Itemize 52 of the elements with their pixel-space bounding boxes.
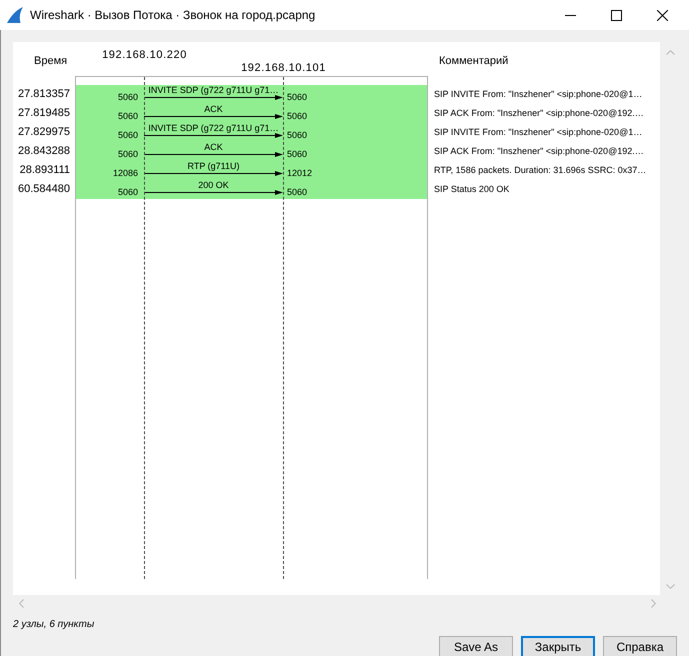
dialog-button[interactable]: Save As bbox=[439, 636, 513, 656]
comment-text: SIP INVITE From: "Inszhener" <sip:phone-020@1… bbox=[433, 126, 642, 139]
message-label: INVITE SDP (g722 g711U g71… bbox=[148, 85, 279, 95]
port-number: 5060 bbox=[286, 129, 308, 142]
message-label: 200 OK bbox=[198, 180, 229, 190]
comment-text: SIP ACK From: "Inszhener" <sip:phone-020@192.… bbox=[433, 145, 644, 158]
dialog-button[interactable]: Справка bbox=[603, 636, 677, 656]
port-number: 5060 bbox=[286, 186, 308, 199]
scroll-left-icon[interactable] bbox=[19, 598, 24, 608]
close-icon[interactable] bbox=[656, 10, 668, 20]
port-number: 5060 bbox=[286, 110, 308, 123]
comment-column-header: Комментарий bbox=[438, 54, 508, 68]
port-number: 5060 bbox=[116, 148, 139, 161]
port-number: 12086 bbox=[112, 167, 139, 180]
timestamp: 27.813357 bbox=[17, 87, 71, 102]
message-row[interactable]: 5060 200 OK 5060 bbox=[76, 180, 427, 199]
port-number: 5060 bbox=[286, 91, 308, 104]
message-label: ACK bbox=[204, 104, 223, 114]
timestamp: 27.819485 bbox=[17, 106, 71, 121]
port-number: 5060 bbox=[116, 129, 139, 142]
port-number: 5060 bbox=[116, 110, 139, 123]
comment-text: RTP, 1586 packets. Duration: 31.696s SSRC: 0x37… bbox=[433, 164, 646, 177]
message-row[interactable]: 5060 ACK 5060 bbox=[76, 142, 427, 161]
message-label: ACK bbox=[204, 142, 223, 152]
timestamp: 28.843288 bbox=[17, 144, 71, 159]
timestamp: 27.829975 bbox=[17, 125, 71, 140]
status-text: 2 узлы, 6 пункты bbox=[13, 619, 94, 631]
app-icon bbox=[6, 6, 24, 24]
timestamp: 28.893111 bbox=[18, 163, 71, 178]
scroll-down-icon[interactable] bbox=[666, 584, 674, 589]
message-row[interactable]: 5060 INVITE SDP (g722 g711U g71… 5060 bbox=[76, 85, 427, 104]
dialog-button[interactable]: Закрыть bbox=[521, 636, 595, 656]
message-label: RTP (g711U) bbox=[187, 161, 240, 171]
message-row[interactable]: 5060 ACK 5060 bbox=[76, 104, 427, 123]
comment-text: SIP ACK From: "Inszhener" <sip:phone-020@192.… bbox=[433, 107, 644, 120]
port-number: 5060 bbox=[116, 186, 139, 199]
port-number: 5060 bbox=[286, 148, 308, 161]
host-address: 192.168.10.101 bbox=[241, 62, 326, 75]
timestamp: 60.584480 bbox=[17, 182, 71, 197]
message-label: INVITE SDP (g722 g711U g71… bbox=[148, 123, 279, 133]
window-title: Wireshark · Вызов Потока · Звонок на город.pcapng bbox=[30, 7, 316, 23]
comment-text: SIP INVITE From: "Inszhener" <sip:phone-020@1… bbox=[433, 88, 642, 101]
message-row[interactable]: 12086 RTP (g711U) 12012 bbox=[76, 161, 427, 180]
maximize-icon[interactable] bbox=[610, 10, 622, 20]
comment-text: SIP Status 200 OK bbox=[433, 183, 510, 196]
port-number: 12012 bbox=[286, 167, 312, 180]
host-address: 192.168.10.220 bbox=[102, 49, 187, 62]
time-column-header: Время bbox=[33, 54, 68, 68]
message-row[interactable]: 5060 INVITE SDP (g722 g711U g71… 5060 bbox=[76, 123, 427, 142]
scroll-up-icon[interactable] bbox=[666, 50, 674, 55]
scroll-right-icon[interactable] bbox=[651, 598, 656, 608]
port-number: 5060 bbox=[116, 91, 139, 104]
